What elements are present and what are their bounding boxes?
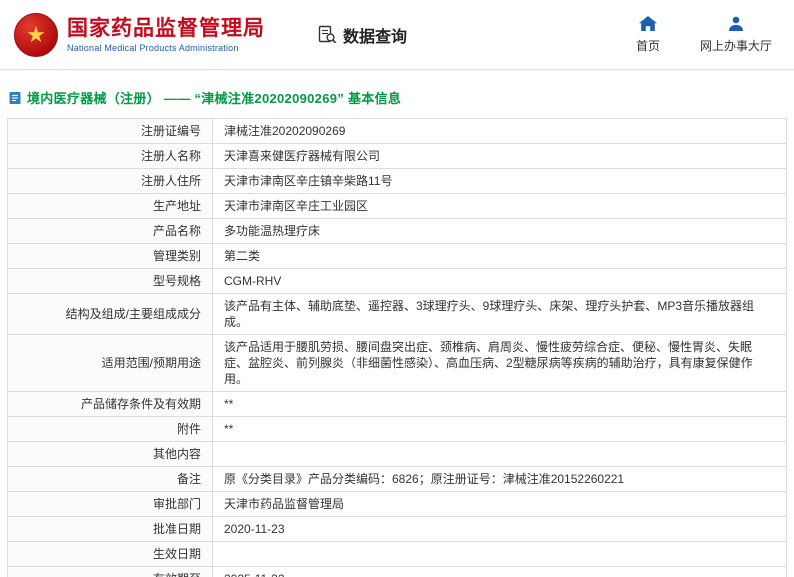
site-header: ★ 国家药品监督管理局 National Medical Products Ad…	[0, 0, 794, 70]
field-label: 适用范围/预期用途	[7, 334, 213, 392]
field-value: **	[212, 416, 787, 442]
main-content: 境内医疗器械（注册） —— “津械注准20202090269” 基本信息 注册证…	[0, 88, 794, 577]
table-row: 注册证编号 津械注准20202090269	[7, 118, 787, 144]
field-label: 审批部门	[7, 491, 213, 517]
data-query-section-label: 数据查询	[317, 23, 407, 47]
document-magnifier-icon	[317, 25, 337, 45]
table-row: 附件 **	[7, 416, 787, 442]
table-row: 注册人住所 天津市津南区辛庄镇辛柴路11号	[7, 168, 787, 194]
table-row: 审批部门 天津市药品监督管理局	[7, 491, 787, 517]
field-label: 生效日期	[7, 541, 213, 567]
table-row: 产品储存条件及有效期 **	[7, 391, 787, 417]
nav-home-label: 首页	[635, 39, 660, 53]
table-row: 产品名称 多功能温热理疗床	[7, 218, 787, 244]
table-row: 备注 原《分类目录》产品分类编码：6826；原注册证号：津械注准201522602…	[7, 466, 787, 492]
field-value: 天津市药品监督管理局	[212, 491, 787, 517]
field-value	[212, 441, 787, 467]
field-label: 备注	[7, 466, 213, 492]
field-label: 附件	[7, 416, 213, 442]
nav-online-hall[interactable]: 网上办事大厅	[700, 15, 772, 54]
person-icon	[727, 15, 745, 33]
info-table-body: 注册证编号 津械注准20202090269 注册人名称 天津喜来健医疗器械有限公司 注册…	[7, 118, 787, 577]
field-label: 型号规格	[7, 268, 213, 294]
home-icon	[638, 15, 657, 33]
field-label: 产品储存条件及有效期	[7, 391, 213, 417]
field-label: 结构及组成/主要组成成分	[7, 293, 213, 335]
field-value: 多功能温热理疗床	[212, 218, 787, 244]
field-label: 注册证编号	[7, 118, 213, 144]
field-label: 注册人名称	[7, 143, 213, 169]
page-title-bar: 境内医疗器械（注册） —— “津械注准20202090269” 基本信息	[8, 88, 786, 107]
field-value: 第二类	[212, 243, 787, 269]
field-value: 津械注准20202090269	[212, 118, 787, 144]
top-nav: 首页 网上办事大厅	[636, 15, 772, 54]
national-emblem-icon: ★	[14, 12, 58, 57]
org-names: 国家药品监督管理局 National Medical Products Admi…	[67, 16, 265, 53]
nav-home[interactable]: 首页	[636, 15, 660, 54]
table-row: 管理类别 第二类	[7, 243, 787, 269]
field-value: **	[212, 391, 787, 417]
table-row: 其他内容	[7, 441, 787, 467]
nav-online-hall-label: 网上办事大厅	[699, 39, 772, 53]
table-row: 批准日期 2020-11-23	[7, 516, 787, 542]
field-value: 该产品适用于腰肌劳损、腰间盘突出症、颈椎病、肩周炎、慢性疲劳综合症、便秘、慢性胃…	[212, 334, 787, 392]
field-value: 2020-11-23	[212, 516, 787, 542]
field-label: 注册人住所	[7, 168, 213, 194]
field-value: 天津市津南区辛庄工业园区	[212, 193, 787, 219]
org-name-en: National Medical Products Administration	[67, 43, 239, 53]
field-label: 批准日期	[7, 516, 213, 542]
field-value: 天津市津南区辛庄镇辛柴路11号	[212, 168, 787, 194]
table-row: 适用范围/预期用途 该产品适用于腰肌劳损、腰间盘突出症、颈椎病、肩周炎、慢性疲劳综…	[7, 334, 787, 392]
field-label: 有效期至	[7, 566, 213, 577]
table-row: 结构及组成/主要组成成分 该产品有主体、辅助底垫、遥控器、3球理疗头、9球理疗头、…	[7, 293, 787, 335]
site-logo: ★ 国家药品监督管理局 National Medical Products Ad…	[14, 12, 265, 57]
data-query-label: 数据查询	[343, 28, 408, 46]
table-row: 型号规格 CGM-RHV	[7, 268, 787, 294]
field-label: 其他内容	[7, 441, 213, 467]
field-value: 天津喜来健医疗器械有限公司	[212, 143, 787, 169]
field-value: 原《分类目录》产品分类编码：6826；原注册证号：津械注准20152260221	[212, 466, 787, 492]
field-label: 管理类别	[7, 243, 213, 269]
table-row: 注册人名称 天津喜来健医疗器械有限公司	[7, 143, 787, 169]
org-name-cn: 国家药品监督管理局	[67, 16, 265, 40]
field-value: 该产品有主体、辅助底垫、遥控器、3球理疗头、9球理疗头、床架、理疗头护套、MP3…	[212, 293, 787, 335]
field-value	[212, 541, 787, 567]
table-row: 生产地址 天津市津南区辛庄工业园区	[7, 193, 787, 219]
table-row: 有效期至2025-11-22	[7, 566, 787, 577]
page-title: 境内医疗器械（注册） —— “津械注准20202090269” 基本信息	[27, 91, 402, 106]
field-value: CGM-RHV	[212, 268, 787, 294]
field-value: 2025-11-22	[212, 566, 787, 577]
field-label: 产品名称	[7, 218, 213, 244]
document-icon	[8, 91, 22, 105]
field-label: 生产地址	[7, 193, 213, 219]
info-table: 注册证编号 津械注准20202090269 注册人名称 天津喜来健医疗器械有限公司 注册…	[7, 118, 787, 577]
table-row: 生效日期	[7, 541, 787, 567]
